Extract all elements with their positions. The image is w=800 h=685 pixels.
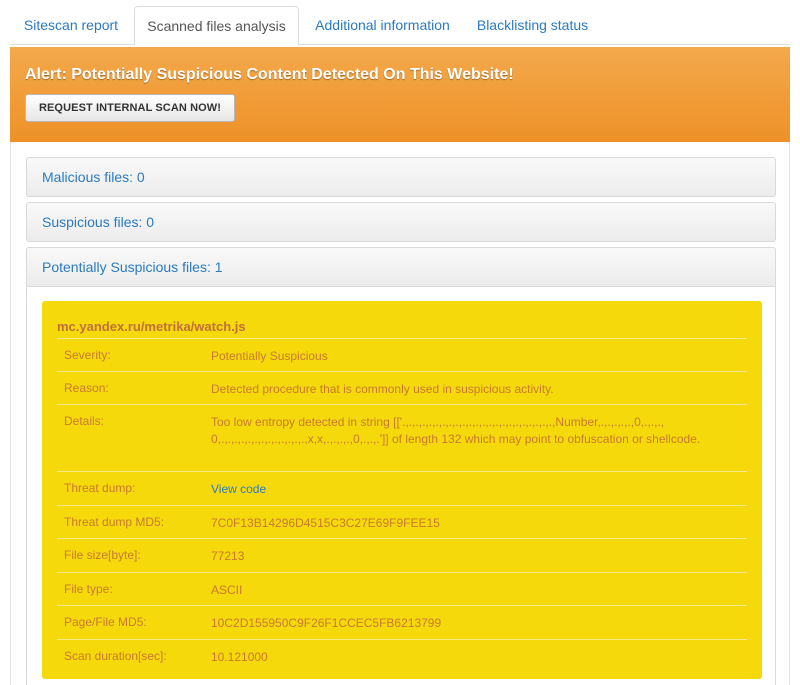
detail-key: Reason: — [64, 381, 109, 395]
alert-title: Alert: Potentially Suspicious Content De… — [25, 66, 514, 83]
detail-row-file-size: File size[byte]: 77213 — [57, 538, 747, 572]
detail-value: ASCII — [211, 583, 243, 597]
detail-value: 10C2D155950C9F26F1CCEC5FB6213799 — [211, 616, 442, 630]
detail-key: File type: — [64, 582, 113, 596]
request-scan-button[interactable]: REQUEST INTERNAL SCAN NOW! — [25, 94, 235, 122]
results-container: Malicious files: 0 Suspicious files: 0 P… — [10, 142, 790, 685]
malicious-files-panel[interactable]: Malicious files: 0 — [26, 157, 776, 197]
view-code-link[interactable]: View code — [211, 481, 741, 498]
detail-key: Severity: — [64, 348, 111, 362]
alert-banner: Alert: Potentially Suspicious Content De… — [10, 47, 790, 142]
detail-row-severity: Severity: Potentially Suspicious — [57, 338, 747, 371]
detail-row-reason: Reason: Detected procedure that is commo… — [57, 371, 747, 404]
detail-row-threat-dump: Threat dump: View code — [57, 471, 747, 505]
tab-additional-information[interactable]: Additional information — [302, 6, 463, 45]
detail-value: Too low entropy detected in string [['.,… — [211, 415, 701, 446]
detail-key: Scan duration[sec]: — [64, 649, 167, 663]
detail-key: Page/File MD5: — [64, 615, 147, 629]
detail-key: File size[byte]: — [64, 548, 141, 562]
detail-value: Potentially Suspicious — [211, 349, 328, 363]
detail-key: Threat dump: — [64, 481, 136, 495]
detail-value: 77213 — [211, 549, 245, 563]
detail-row-threat-dump-md5: Threat dump MD5: 7C0F13B14296D4515C3C27E… — [57, 505, 747, 538]
detail-value: 10.121000 — [211, 650, 268, 664]
detail-key: Details: — [64, 414, 105, 428]
tab-scanned-files-analysis[interactable]: Scanned files analysis — [134, 6, 299, 46]
tab-bar: Sitescan report Scanned files analysis A… — [10, 0, 790, 46]
tab-blacklisting-status[interactable]: Blacklisting status — [466, 6, 599, 45]
detail-row-page-file-md5: Page/File MD5: 10C2D155950C9F26F1CCEC5FB… — [57, 605, 747, 639]
detail-key: Threat dump MD5: — [64, 515, 165, 529]
tab-sitescan-report[interactable]: Sitescan report — [10, 6, 132, 45]
detail-row-details: Details: Too low entropy detected in str… — [57, 404, 747, 471]
potentially-suspicious-panel-body: mc.yandex.ru/metrika/watch.js Severity: … — [26, 287, 776, 685]
potentially-suspicious-files-panel[interactable]: Potentially Suspicious files: 1 — [26, 247, 776, 287]
detail-value: 7C0F13B14296D4515C3C27E69F9FEE15 — [211, 516, 440, 530]
suspicious-files-panel[interactable]: Suspicious files: 0 — [26, 202, 776, 242]
threat-details-box: mc.yandex.ru/metrika/watch.js Severity: … — [42, 301, 762, 679]
detail-row-scan-duration: Scan duration[sec]: 10.121000 — [57, 639, 747, 673]
detail-value: Detected procedure that is commonly used… — [211, 382, 554, 396]
threat-file-name: mc.yandex.ru/metrika/watch.js — [57, 319, 246, 334]
detail-row-file-type: File type: ASCII — [57, 572, 747, 605]
